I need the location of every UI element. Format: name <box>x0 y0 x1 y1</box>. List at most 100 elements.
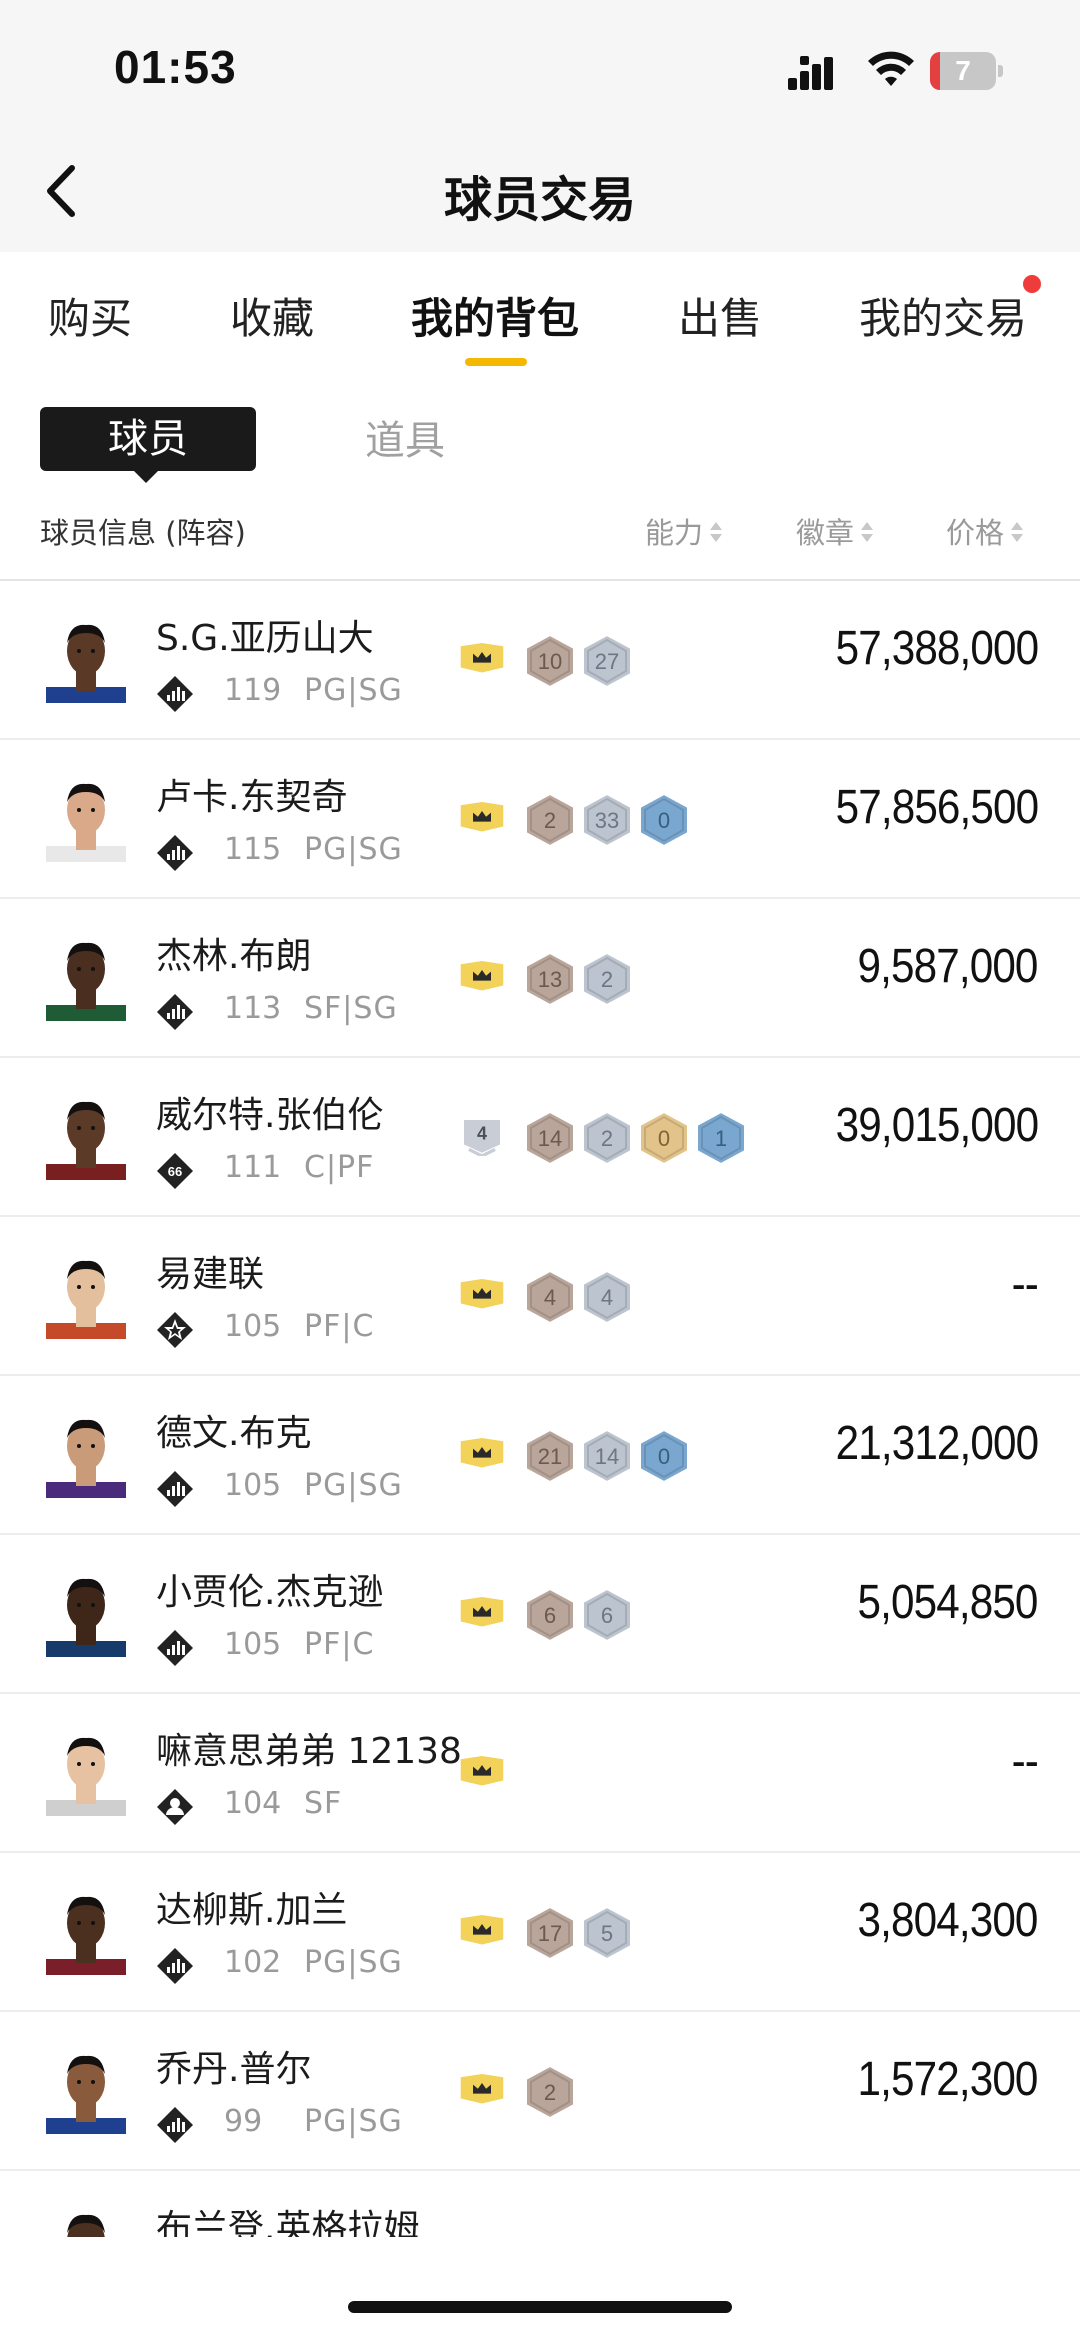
player-avatar <box>40 1088 132 1180</box>
badge-hex-blue: 0 <box>639 792 689 848</box>
badge-hex-silver: 2 <box>582 951 632 1007</box>
player-row[interactable]: 杰林.布朗 113 SF|SG 13 2 9,587,000 <box>0 899 1080 1058</box>
player-position: PG|SG <box>304 832 403 867</box>
player-price: 3,804,300 <box>857 1894 1039 1947</box>
player-name: 卢卡.东契奇 <box>156 777 348 818</box>
badge-hex-blue: 0 <box>639 1428 689 1484</box>
crown-icon <box>460 802 504 832</box>
column-price-label: 价格 <box>946 516 1005 550</box>
badge-hex-bronze: 21 <box>525 1428 575 1484</box>
badge-hex-silver: 14 <box>582 1428 632 1484</box>
badge-hex-bronze: 10 <box>525 633 575 689</box>
segment-players-label: 球员 <box>108 416 188 462</box>
player-avatar <box>40 1883 132 1975</box>
sort-icon <box>1011 522 1024 542</box>
bottom-area <box>0 2237 1080 2337</box>
svg-text:33: 33 <box>595 808 619 833</box>
svg-text:0: 0 <box>658 1444 670 1469</box>
player-position: PF|C <box>304 1627 375 1662</box>
svg-text:2: 2 <box>601 1126 613 1151</box>
svg-text:14: 14 <box>538 1126 562 1151</box>
badge-hex-gold: 0 <box>639 1110 689 1166</box>
tab-my-backpack[interactable]: 我的背包 <box>411 285 579 346</box>
player-avatar <box>40 929 132 1021</box>
svg-text:66: 66 <box>168 1164 182 1179</box>
player-row[interactable]: 德文.布克 105 PG|SG 21 14 0 21,312,000 <box>0 1376 1080 1535</box>
player-name: 易建联 <box>156 1254 265 1295</box>
svg-text:17: 17 <box>538 1921 562 1946</box>
svg-text:27: 27 <box>595 649 619 674</box>
tier-diamond-icon <box>157 1948 193 1984</box>
player-position: PF|C <box>304 1309 375 1344</box>
svg-text:0: 0 <box>658 808 670 833</box>
player-row[interactable]: 卢卡.东契奇 115 PG|SG 2 33 0 57,856,500 <box>0 740 1080 899</box>
player-rating: 105 <box>224 1627 282 1662</box>
player-position: PG|SG <box>304 2104 403 2139</box>
tier-diamond-icon <box>157 2107 193 2143</box>
player-name: 达柳斯.加兰 <box>156 1890 348 1931</box>
player-row[interactable]: 乔丹.普尔 99 PG|SG 2 1,572,300 <box>0 2012 1080 2171</box>
player-position: PG|SG <box>304 1945 403 1980</box>
status-time: 01:53 <box>114 41 237 93</box>
player-position: PG|SG <box>304 1468 403 1503</box>
svg-text:2: 2 <box>601 967 613 992</box>
player-row[interactable]: 小贾伦.杰克逊 105 PF|C 6 6 5,054,850 <box>0 1535 1080 1694</box>
player-row[interactable]: 嘛意思弟弟 12138 104 SF -- <box>0 1694 1080 1853</box>
player-name: 小贾伦.杰克逊 <box>156 1572 384 1613</box>
player-rating: 104 <box>224 1786 282 1821</box>
player-price: -- <box>1011 1258 1039 1311</box>
player-row[interactable]: 达柳斯.加兰 102 PG|SG 17 5 3,804,300 <box>0 1853 1080 2012</box>
player-rating: 119 <box>224 673 282 708</box>
tier-diamond-icon <box>157 1471 193 1507</box>
player-name: S.G.亚历山大 <box>156 618 374 659</box>
svg-text:14: 14 <box>595 1444 619 1469</box>
battery-level: 7 <box>955 55 971 86</box>
page-title: 球员交易 <box>443 172 636 228</box>
player-name: 乔丹.普尔 <box>156 2049 312 2090</box>
player-row[interactable]: 易建联 105 PF|C 4 4 -- <box>0 1217 1080 1376</box>
player-row[interactable]: S.G.亚历山大 119 PG|SG 10 27 57,388,000 <box>0 581 1080 740</box>
notification-dot <box>1023 275 1041 293</box>
column-price-sort[interactable]: 价格 <box>946 510 1024 552</box>
column-ability-sort[interactable]: 能力 <box>645 510 723 552</box>
player-price: 39,015,000 <box>835 1099 1038 1152</box>
crown-icon <box>460 961 504 991</box>
badge-hex-bronze: 6 <box>525 1587 575 1643</box>
player-row[interactable]: 威尔特.张伯伦 66 111 C|PF 4 14 2 0 1 39,015,000 <box>0 1058 1080 1217</box>
player-avatar <box>40 611 132 703</box>
home-indicator <box>348 2301 732 2313</box>
player-name: 德文.布克 <box>156 1413 312 1454</box>
segment-players[interactable]: 球员 <box>40 407 256 471</box>
sort-icon <box>861 522 874 542</box>
player-rating: 105 <box>224 1309 282 1344</box>
wifi-icon <box>868 51 914 86</box>
tier-diamond-icon <box>157 676 193 712</box>
svg-text:0: 0 <box>658 1126 670 1151</box>
tier-diamond-icon <box>157 1789 193 1825</box>
column-badge-sort[interactable]: 徽章 <box>796 510 874 552</box>
player-name: 威尔特.张伯伦 <box>156 1095 384 1136</box>
svg-text:13: 13 <box>538 967 562 992</box>
badge-hex-silver: 5 <box>582 1905 632 1961</box>
player-rating: 113 <box>224 991 282 1026</box>
badge-hex-silver: 2 <box>582 1110 632 1166</box>
tab-my-trades[interactable]: 我的交易 <box>859 285 1027 346</box>
badge-hex-bronze: 13 <box>525 951 575 1007</box>
player-rating: 102 <box>224 1945 282 1980</box>
player-price: 57,856,500 <box>835 781 1038 834</box>
badge-hex-bronze: 14 <box>525 1110 575 1166</box>
player-avatar <box>40 770 132 862</box>
player-rating: 115 <box>224 832 282 867</box>
badge-hex-silver: 4 <box>582 1269 632 1325</box>
player-rating: 111 <box>224 1150 282 1185</box>
segment-items[interactable]: 道具 <box>340 410 470 472</box>
tab-favorites[interactable]: 收藏 <box>230 285 314 346</box>
tab-sell[interactable]: 出售 <box>678 285 762 346</box>
crown-icon <box>460 1597 504 1627</box>
player-rating: 105 <box>224 1468 282 1503</box>
svg-text:4: 4 <box>601 1285 613 1310</box>
player-price: 1,572,300 <box>857 2053 1039 2106</box>
player-price: 21,312,000 <box>835 1417 1038 1470</box>
tab-buy[interactable]: 购买 <box>48 285 132 346</box>
segment-pointer <box>134 471 158 483</box>
